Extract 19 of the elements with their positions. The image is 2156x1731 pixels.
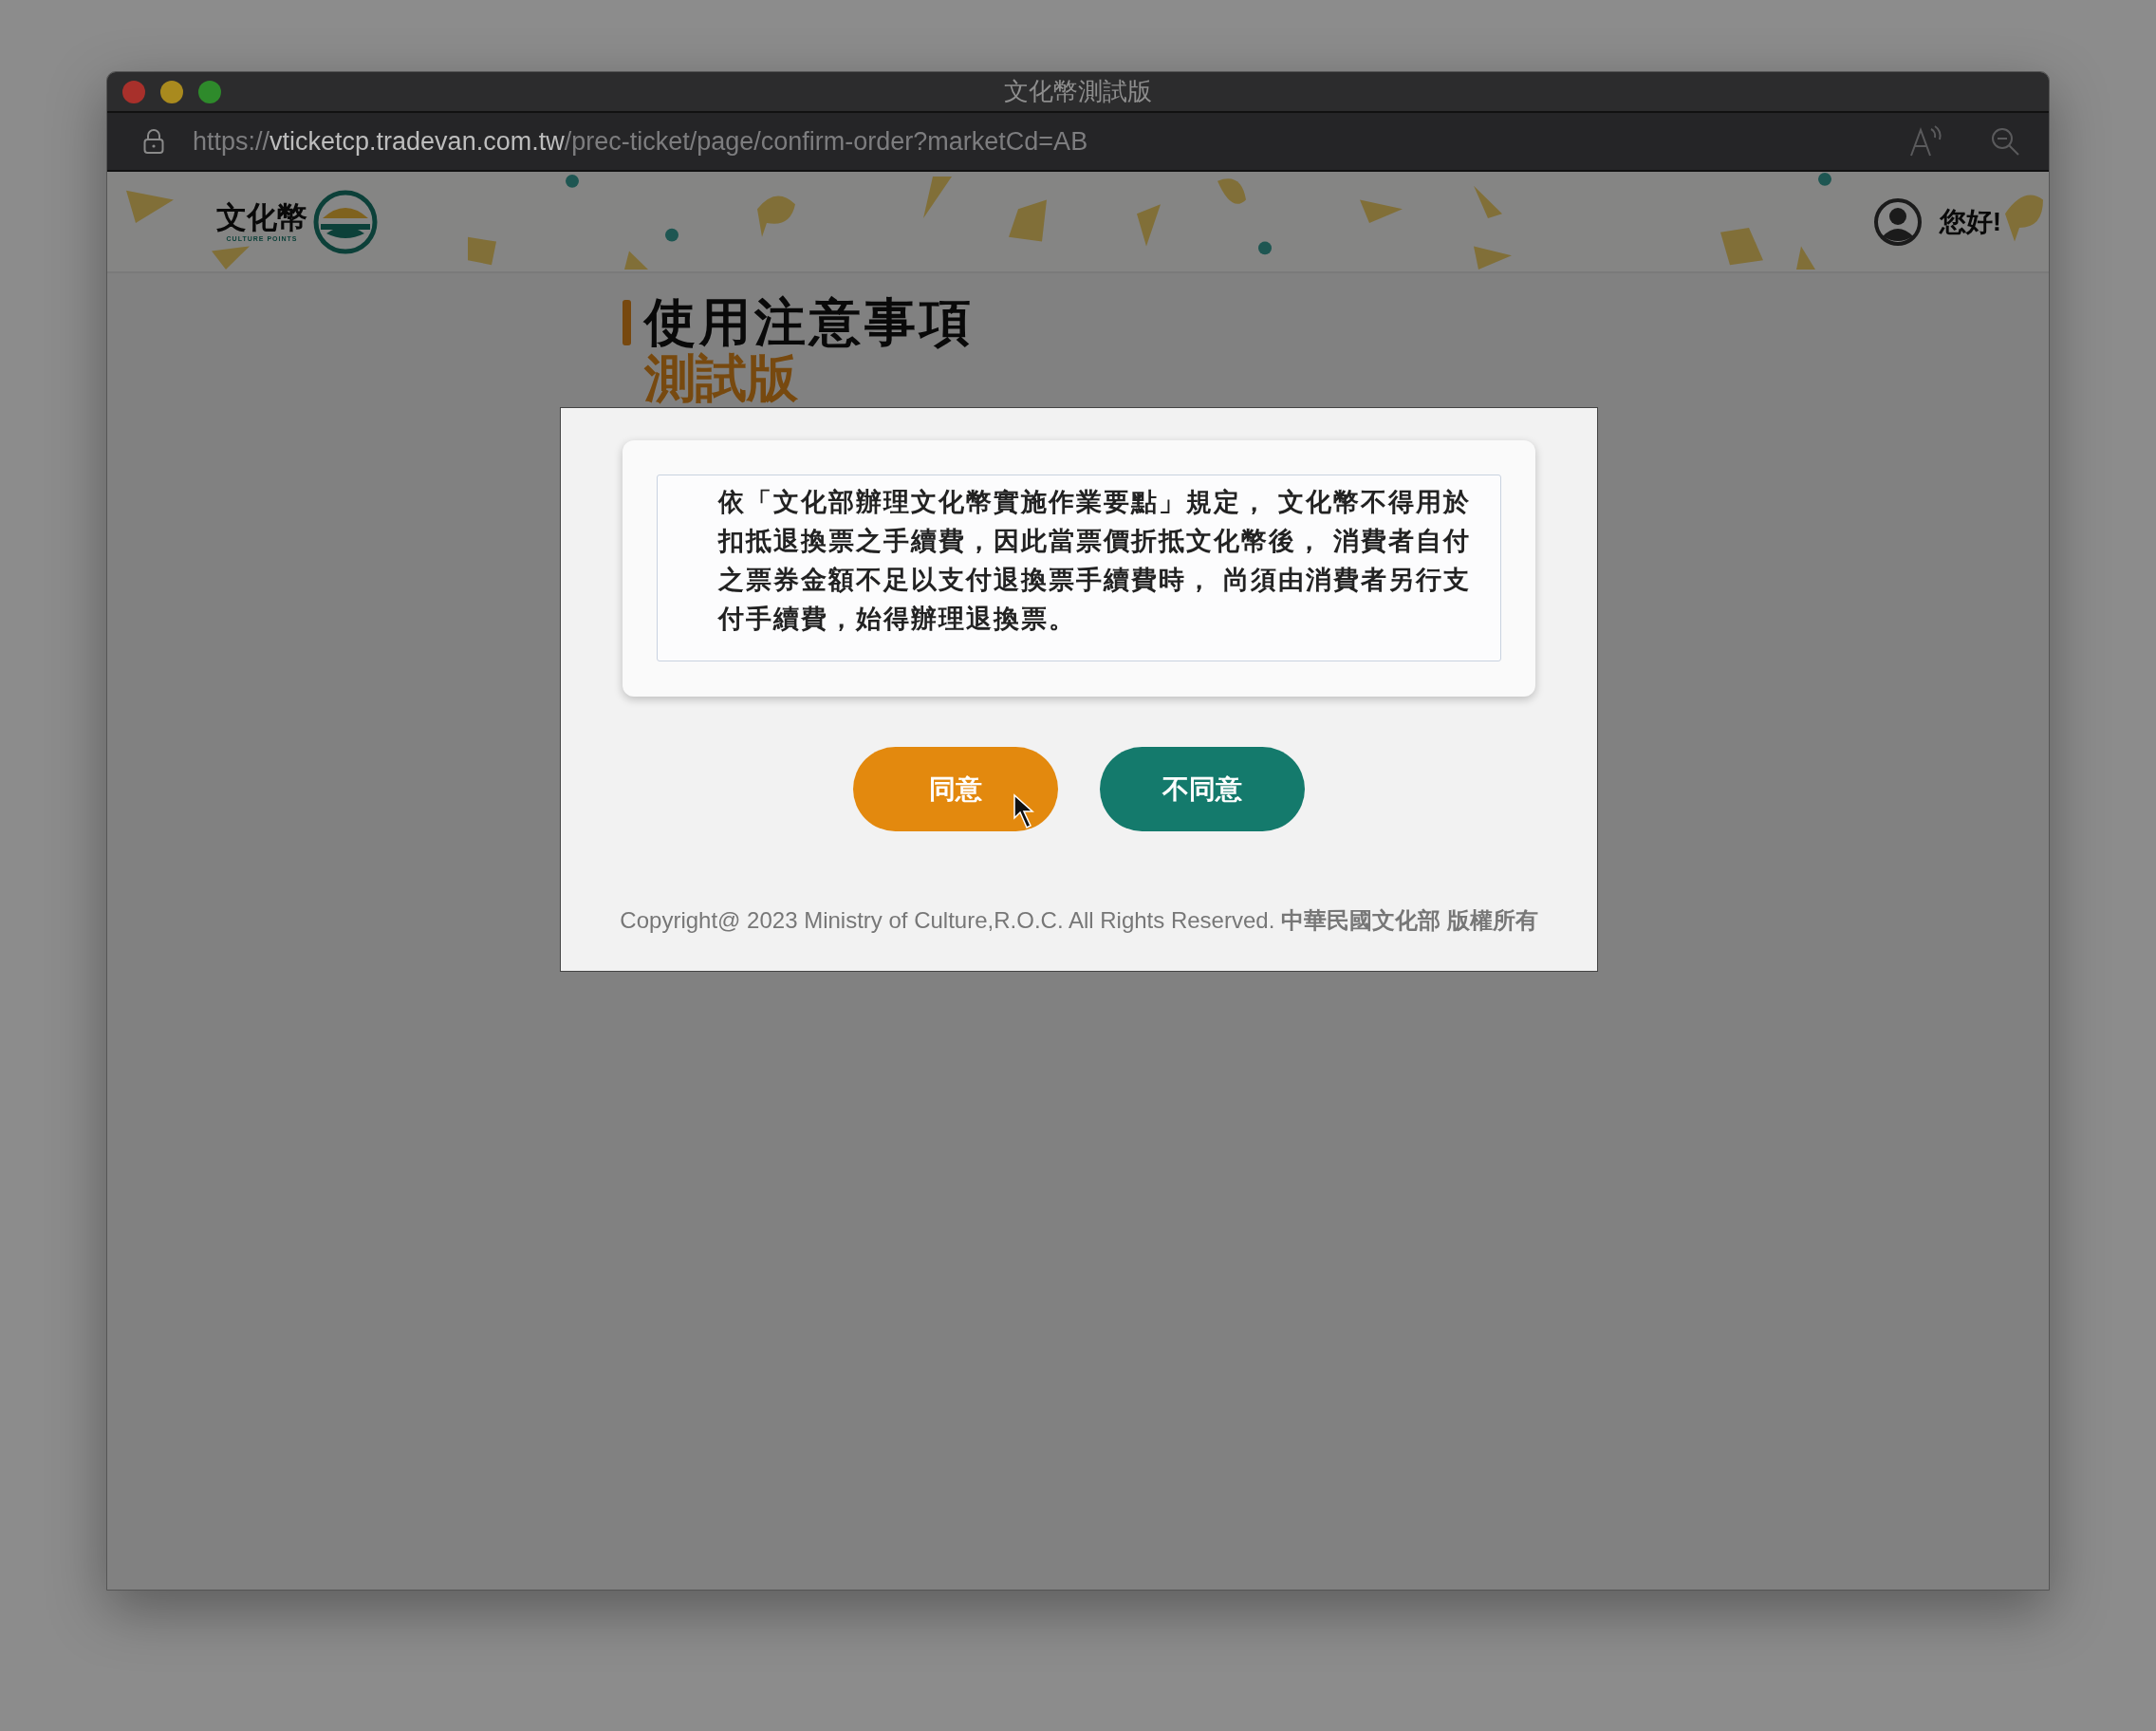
greeting-text: 您好! bbox=[1939, 205, 2001, 238]
agree-button[interactable]: 同意 bbox=[853, 747, 1058, 831]
lock-icon bbox=[143, 128, 164, 155]
copyright-text: Copyright@ 2023 Ministry of Culture,R.O.C. All Rights Reserved. 中華民國文化部 版權所有 bbox=[620, 906, 1538, 935]
read-aloud-icon[interactable] bbox=[1908, 125, 1942, 158]
disagree-button[interactable]: 不同意 bbox=[1100, 747, 1305, 831]
cursor-icon bbox=[1013, 793, 1037, 831]
page-subtitle: 測試版 bbox=[644, 350, 799, 407]
minimize-button[interactable] bbox=[160, 80, 183, 103]
logo-text: 文化幣 bbox=[216, 201, 307, 235]
notice-text: 依「文化部辦理文化幣實施作業要點」規定， 文化幣不得用於扣抵退換票之手續費，因此當票價折抵文化幣後， 消費者自付之票券金額不足以支付退換票手續費時， 尚須由消費者另行支付手續費，始得辦理退換票。 bbox=[718, 487, 1472, 635]
title-accent-bar bbox=[623, 299, 631, 345]
logo-emblem-icon bbox=[313, 189, 378, 254]
user-avatar-icon[interactable] bbox=[1872, 196, 1923, 247]
page-title: 使用注意事項 bbox=[644, 294, 975, 351]
close-button[interactable] bbox=[122, 80, 145, 103]
window-title: 文化幣測試版 bbox=[1004, 76, 1152, 107]
zoom-out-icon[interactable] bbox=[1990, 126, 2020, 157]
zoom-button[interactable] bbox=[198, 80, 221, 103]
